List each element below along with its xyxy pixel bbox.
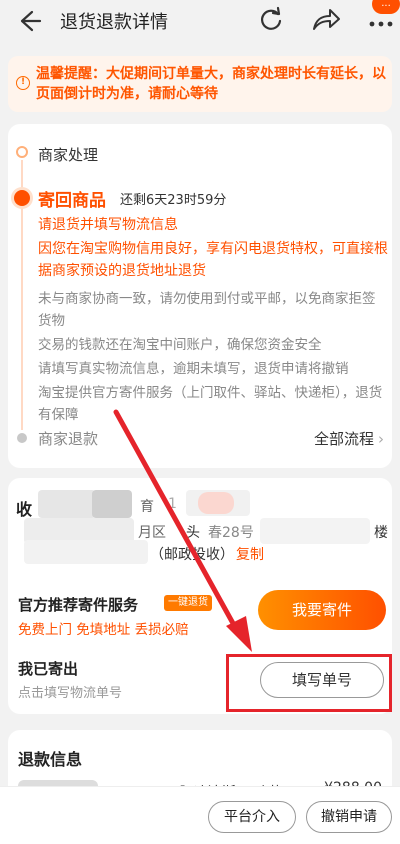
page-title: 退货退款详情 xyxy=(60,12,168,33)
address-district-fragment: 月区 xyxy=(138,525,166,541)
all-process-label: 全部流程 xyxy=(313,430,374,448)
address-phone-fragment: 1 xyxy=(168,496,177,512)
step-merchant-refund: 商家退款 xyxy=(38,430,99,448)
blurred-name xyxy=(38,490,96,518)
refresh-icon[interactable] xyxy=(256,4,286,34)
step-return-goods: 寄回商品 xyxy=(38,191,106,211)
fill-logistics-tip: 请退货并填写物流信息 xyxy=(38,217,178,233)
address-name-fragment: 育 xyxy=(140,499,154,515)
timeline-dot-current xyxy=(14,190,30,206)
official-ship-title: 官方推荐寄件服务 xyxy=(18,596,139,614)
share-icon[interactable] xyxy=(310,5,342,35)
cancel-request-button[interactable]: 撤销申请 xyxy=(306,801,392,833)
timeline-dot-done xyxy=(16,146,28,158)
blurred-address-3 xyxy=(24,540,148,564)
back-arrow-icon[interactable] xyxy=(14,6,44,36)
countdown-text: 还剩6天23时59分 xyxy=(120,193,227,208)
note-line: 淘宝提供官方寄件服务（上门取件、驿站、快递柜），退货有保障 xyxy=(38,385,383,423)
blurred-red-spot xyxy=(198,492,234,514)
bottom-action-bar: 平台介入 撤销申请 xyxy=(0,786,400,844)
blurred-address-2 xyxy=(260,518,370,544)
privilege-text: 因您在淘宝购物信用良好，享有闪电退货特权，可直接根据商家预设的退货地址退货 xyxy=(38,241,388,279)
already-sent-title: 我已寄出 xyxy=(18,660,79,678)
blurred-name-2 xyxy=(92,490,132,518)
one-click-return-badge: 一键退货 xyxy=(164,595,212,611)
chevron-right-icon: › xyxy=(378,430,384,448)
return-timeline-card: 商家处理 寄回商品 还剩6天23时59分 请退货并填写物流信息 因您在淘宝购物信… xyxy=(8,124,392,468)
refund-info-title: 退款信息 xyxy=(18,750,83,769)
address-street-fragment: 头 xyxy=(186,525,200,541)
annotation-highlight-box xyxy=(226,654,392,712)
return-notes: 未与商家协商一致，请勿使用到付或平邮，以免商家拒签货物 交易的钱款还在淘宝中间账… xyxy=(38,288,388,428)
info-icon: ! xyxy=(16,76,30,90)
notice-banner: ! 温馨提醒：大促期间订单量大，商家处理时长有延长，以页面倒计时为准，请耐心等待 xyxy=(8,56,392,112)
note-line: 请填写真实物流信息，逾期未填写，退货申请将撤销 xyxy=(38,361,349,377)
message-badge: ... xyxy=(372,0,400,14)
ship-perks: 免费上门 免填地址 丢损必赔 xyxy=(18,622,189,638)
timeline-dot-pending xyxy=(17,433,27,443)
step-merchant-handle: 商家处理 xyxy=(38,146,99,164)
platform-intervene-button[interactable]: 平台介入 xyxy=(208,801,296,833)
address-building-fragment: 楼 xyxy=(374,525,388,541)
address-postal-note: （邮政投收） xyxy=(150,547,234,563)
note-line: 未与商家协商一致，请勿使用到付或平邮，以免商家拒签货物 xyxy=(38,291,376,329)
note-line: 交易的钱款还在淘宝中间账户，确保您资金安全 xyxy=(38,337,322,353)
address-label: 收 xyxy=(16,500,33,519)
already-sent-subtitle: 点击填写物流单号 xyxy=(18,686,123,701)
all-process-link[interactable]: 全部流程 › xyxy=(314,428,384,449)
notice-text: 温馨提醒：大促期间订单量大，商家处理时长有延长，以页面倒计时为准，请耐心等待 xyxy=(36,66,386,102)
copy-address-button[interactable]: 复制 xyxy=(236,544,264,564)
top-bar: 退货退款详情 ... xyxy=(0,0,400,42)
send-package-button[interactable]: 我要寄件 xyxy=(258,590,386,630)
address-street-fragment-2: 春28号 xyxy=(208,525,254,541)
